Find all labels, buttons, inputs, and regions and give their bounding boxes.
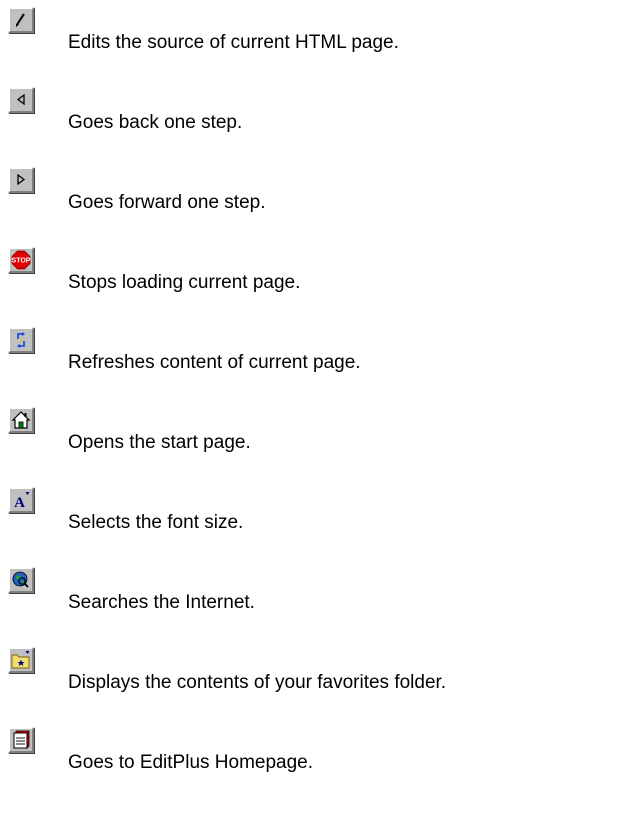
help-row-editplus-homepage: Goes to EditPlus Homepage.	[0, 727, 635, 787]
stop-sign-icon: STOP	[12, 250, 31, 270]
home-button[interactable]	[8, 407, 34, 433]
help-row-edit: Edits the source of current HTML page.	[0, 7, 635, 67]
help-row-stop: STOP Stops loading current page.	[0, 247, 635, 307]
help-row-home: Opens the start page.	[0, 407, 635, 467]
back-button[interactable]	[8, 87, 34, 113]
stop-button[interactable]: STOP	[8, 247, 34, 273]
help-row-forward: Goes forward one step.	[0, 167, 635, 227]
help-description-back: Goes back one step.	[68, 112, 243, 133]
favorites-folder-icon	[11, 651, 30, 669]
search-globe-icon	[12, 571, 29, 588]
help-description-stop: Stops loading current page.	[68, 272, 301, 293]
back-arrow-icon	[16, 93, 25, 106]
help-description-search: Searches the Internet.	[68, 592, 255, 613]
help-row-font-size: A Selects the font size.	[0, 487, 635, 547]
help-description-edit: Edits the source of current HTML page.	[68, 32, 399, 53]
help-description-editplus-homepage: Goes to EditPlus Homepage.	[68, 752, 314, 773]
editplus-homepage-button[interactable]	[8, 727, 34, 753]
stop-sign-label: STOP	[12, 258, 31, 265]
help-description-refresh: Refreshes content of current page.	[68, 352, 361, 373]
edit-pencil-icon	[16, 13, 26, 27]
help-row-back: Goes back one step.	[0, 87, 635, 147]
help-description-forward: Goes forward one step.	[68, 192, 266, 213]
forward-arrow-icon	[17, 173, 26, 186]
edit-button[interactable]	[8, 7, 34, 33]
help-description-home: Opens the start page.	[68, 432, 251, 453]
help-description-favorites: Displays the contents of your favorites …	[68, 672, 447, 693]
help-description-font-size: Selects the font size.	[68, 512, 244, 533]
editplus-homepage-icon	[13, 730, 30, 749]
favorites-button[interactable]	[8, 647, 34, 673]
refresh-button[interactable]	[8, 327, 34, 353]
font-size-letter: A	[14, 495, 25, 511]
font-size-button[interactable]: A	[8, 487, 34, 513]
search-button[interactable]	[8, 567, 34, 593]
refresh-icon	[17, 332, 25, 348]
home-icon	[11, 411, 31, 429]
font-size-icon: A	[14, 492, 30, 511]
help-row-refresh: Refreshes content of current page.	[0, 327, 635, 387]
help-row-favorites: Displays the contents of your favorites …	[0, 647, 635, 707]
forward-button[interactable]	[8, 167, 34, 193]
help-row-search: Searches the Internet.	[0, 567, 635, 627]
